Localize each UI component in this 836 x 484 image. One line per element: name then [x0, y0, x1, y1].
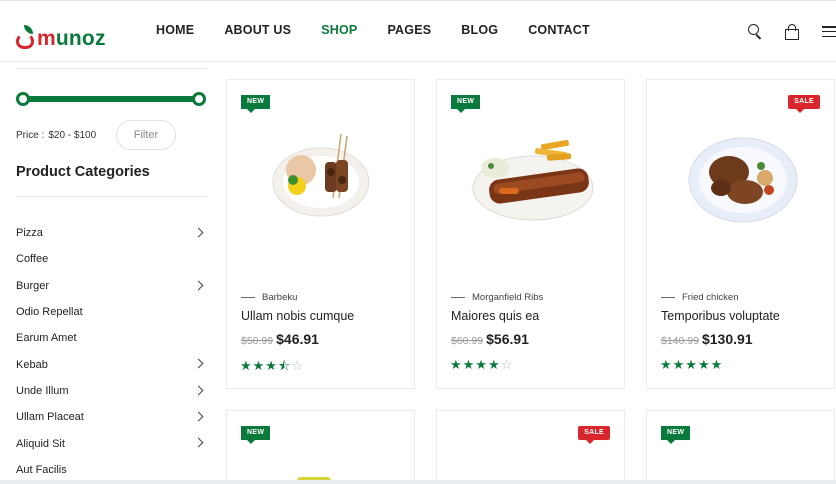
- range-track: [22, 96, 200, 102]
- new-badge: NEW: [241, 426, 271, 444]
- logo-text: munoz: [37, 27, 106, 50]
- category-item-earum-amet[interactable]: Earum Amet: [16, 325, 206, 351]
- rating-stars: ★★★⯪☆: [240, 358, 304, 373]
- product-card[interactable]: NEW: [226, 410, 415, 484]
- chevron-right-icon: [193, 359, 204, 369]
- range-min-handle[interactable]: [16, 92, 30, 106]
- nav-blog[interactable]: BLOG: [461, 23, 498, 37]
- category-item-pizza[interactable]: Pizza: [16, 220, 206, 246]
- nav-contact[interactable]: CONTACT: [528, 23, 590, 37]
- product-card[interactable]: SALE Fried chicken Temporibus voluptate …: [646, 79, 835, 389]
- bottom-scroll-edge: [0, 480, 836, 484]
- skewers-plate-image: [272, 133, 370, 217]
- nav-home[interactable]: HOME: [156, 23, 194, 37]
- product-price: $60.99 $56.91: [451, 331, 529, 347]
- divider: [16, 68, 206, 69]
- current-price: $46.91: [276, 331, 319, 347]
- category-item-kebab[interactable]: Kebab: [16, 351, 206, 377]
- nav-pages[interactable]: PAGES: [387, 23, 431, 37]
- cart-icon[interactable]: [783, 23, 801, 41]
- ribs-plate-image: [472, 139, 594, 221]
- new-badge: NEW: [451, 95, 481, 113]
- chevron-right-icon: [193, 411, 204, 422]
- nav-about-us[interactable]: ABOUT US: [224, 23, 291, 37]
- rating-stars: ★★★★☆: [450, 357, 514, 372]
- chevron-right-icon: [193, 227, 204, 238]
- product-card[interactable]: SALE: [436, 410, 625, 484]
- category-item-unde-illum[interactable]: Unde Illum: [16, 378, 206, 404]
- product-price: $50.99 $46.91: [241, 331, 319, 347]
- search-icon[interactable]: [747, 23, 765, 41]
- category-item-ullam-placeat[interactable]: Ullam Placeat: [16, 404, 206, 430]
- logo[interactable]: munoz: [16, 13, 106, 51]
- current-price: $56.91: [486, 331, 529, 347]
- product-price: $140.99 $130.91: [661, 331, 753, 347]
- product-title[interactable]: Ullam nobis cumque: [241, 309, 354, 323]
- product-title[interactable]: Temporibus voluptate: [661, 309, 780, 323]
- price-range-value: $20 - $100: [48, 129, 97, 141]
- product-title[interactable]: Maiores quis ea: [451, 309, 539, 323]
- category-item-coffee[interactable]: Coffee: [16, 246, 206, 272]
- apple-logo-icon: [16, 25, 36, 51]
- product-category: Barbeku: [241, 292, 297, 303]
- rating-stars: ★★★★★: [660, 357, 724, 372]
- sale-badge: SALE: [578, 426, 610, 444]
- product-card[interactable]: NEW: [646, 410, 835, 484]
- category-item-aliquid-sit[interactable]: Aliquid Sit: [16, 430, 206, 456]
- menu-icon[interactable]: [822, 26, 836, 38]
- new-badge: NEW: [241, 95, 271, 113]
- old-price: $140.99: [661, 335, 699, 347]
- price-filter-row: Price : $20 - $100 Filter: [16, 120, 206, 150]
- chevron-right-icon: [193, 385, 204, 396]
- site-header: munoz HOME ABOUT US SHOP PAGES BLOG CONT…: [0, 0, 836, 62]
- product-card[interactable]: NEW Barbeku Ullam nobis cumque $50.99 $4…: [226, 79, 415, 389]
- price-range-slider[interactable]: [16, 92, 206, 106]
- current-price: $130.91: [701, 331, 753, 347]
- price-label: Price :: [16, 129, 45, 141]
- sale-badge: SALE: [788, 95, 820, 113]
- new-badge: NEW: [661, 426, 691, 444]
- category-list: Pizza Coffee Burger Odio Repellat Earum …: [16, 220, 206, 483]
- category-item-odio-repellat[interactable]: Odio Repellat: [16, 299, 206, 325]
- categories-title: Product Categories: [16, 164, 150, 180]
- divider: [16, 196, 206, 197]
- filter-button[interactable]: Filter: [116, 120, 176, 150]
- chicken-plate-image: [688, 137, 798, 223]
- product-card[interactable]: NEW Morganfield Ribs Maiores quis ea $60…: [436, 79, 625, 389]
- range-max-handle[interactable]: [192, 92, 206, 106]
- chevron-right-icon: [193, 437, 204, 448]
- shop-page: munoz HOME ABOUT US SHOP PAGES BLOG CONT…: [0, 0, 836, 484]
- old-price: $50.99: [241, 335, 274, 347]
- product-category: Fried chicken: [661, 292, 739, 303]
- nav-shop[interactable]: SHOP: [321, 23, 357, 37]
- chevron-right-icon: [193, 280, 204, 291]
- category-item-burger[interactable]: Burger: [16, 273, 206, 299]
- product-category: Morganfield Ribs: [451, 292, 543, 303]
- main-nav: HOME ABOUT US SHOP PAGES BLOG CONTACT: [156, 23, 620, 37]
- old-price: $60.99: [451, 335, 484, 347]
